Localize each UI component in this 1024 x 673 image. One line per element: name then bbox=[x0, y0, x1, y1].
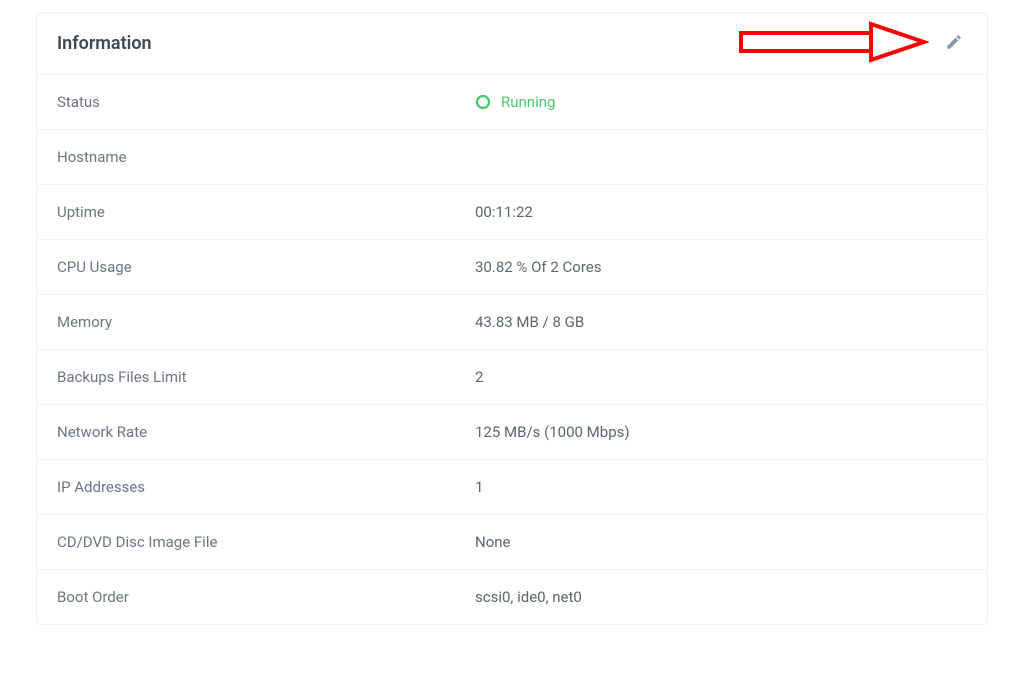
row-label: Uptime bbox=[57, 203, 475, 221]
row-value: 43.83 MB / 8 GB bbox=[475, 313, 967, 331]
row-cpu-usage: CPU Usage 30.82 % Of 2 Cores bbox=[37, 240, 987, 295]
row-value: 30.82 % Of 2 Cores bbox=[475, 258, 967, 276]
row-hostname: Hostname bbox=[37, 130, 987, 185]
row-ip-addresses: IP Addresses 1 bbox=[37, 460, 987, 515]
row-label: Boot Order bbox=[57, 588, 475, 606]
row-label: IP Addresses bbox=[57, 478, 475, 496]
panel-title: Information bbox=[57, 33, 152, 54]
row-uptime: Uptime 00:11:22 bbox=[37, 185, 987, 240]
row-cd-dvd-image: CD/DVD Disc Image File None bbox=[37, 515, 987, 570]
pencil-icon bbox=[945, 33, 963, 54]
row-value: 1 bbox=[475, 478, 967, 496]
row-status: Status Running bbox=[37, 75, 987, 130]
row-value: 2 bbox=[475, 368, 967, 386]
edit-button[interactable] bbox=[941, 29, 967, 58]
row-value: scsi0, ide0, net0 bbox=[475, 588, 967, 606]
row-label: CD/DVD Disc Image File bbox=[57, 533, 475, 551]
row-value: 125 MB/s (1000 Mbps) bbox=[475, 423, 967, 441]
row-label: Network Rate bbox=[57, 423, 475, 441]
row-memory: Memory 43.83 MB / 8 GB bbox=[37, 295, 987, 350]
arrow-annotation bbox=[739, 20, 929, 68]
row-value-status: Running bbox=[475, 93, 967, 111]
information-panel: Information Status Running Hostname Upti… bbox=[36, 12, 988, 625]
status-running-icon bbox=[475, 94, 491, 110]
row-label-status: Status bbox=[57, 93, 475, 111]
row-label: Memory bbox=[57, 313, 475, 331]
row-backups-limit: Backups Files Limit 2 bbox=[37, 350, 987, 405]
row-label: CPU Usage bbox=[57, 258, 475, 276]
row-label: Backups Files Limit bbox=[57, 368, 475, 386]
status-text: Running bbox=[501, 93, 555, 111]
row-label: Hostname bbox=[57, 148, 475, 166]
row-value: None bbox=[475, 533, 967, 551]
row-network-rate: Network Rate 125 MB/s (1000 Mbps) bbox=[37, 405, 987, 460]
row-boot-order: Boot Order scsi0, ide0, net0 bbox=[37, 570, 987, 624]
panel-header: Information bbox=[37, 13, 987, 75]
row-value: 00:11:22 bbox=[475, 203, 967, 221]
